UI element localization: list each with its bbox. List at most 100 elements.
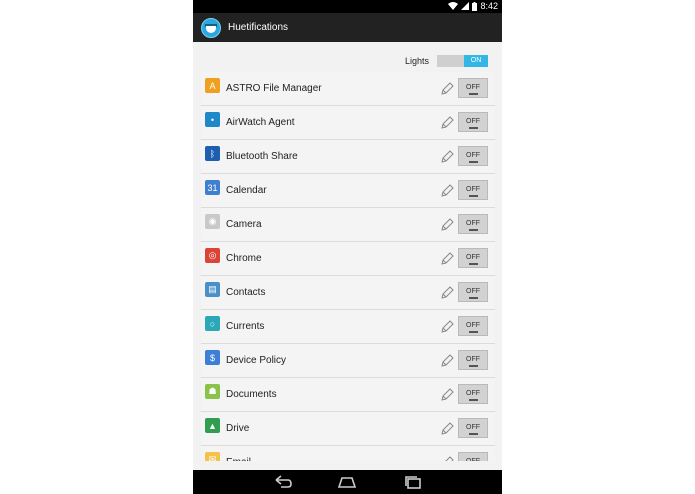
toggle-state: OFF [466,390,480,397]
app-name: Device Policy [226,355,287,366]
toggle-indicator [469,297,478,299]
phone-screen: 8:42 Huetifications Lights ON A ASTRO Fil… [193,0,502,494]
toggle-state: OFF [466,118,480,125]
app-row[interactable]: ○ Currents OFF [201,310,495,344]
toggle-state: OFF [466,254,480,261]
edit-pencil-icon[interactable] [439,149,455,165]
notification-toggle[interactable]: OFF [458,350,488,370]
notification-toggle[interactable]: OFF [458,180,488,200]
toggle-indicator [469,433,478,435]
app-name: Calendar [226,185,267,196]
toggle-indicator [469,399,478,401]
edit-pencil-icon[interactable] [439,353,455,369]
toggle-indicator [469,263,478,265]
toggle-indicator [469,331,478,333]
notification-toggle[interactable]: OFF [458,384,488,404]
edit-pencil-icon[interactable] [439,455,455,461]
toggle-state: OFF [459,458,487,461]
app-row[interactable]: ▲ Drive OFF [201,412,495,446]
edit-pencil-icon[interactable] [439,183,455,199]
wifi-icon [448,2,459,10]
recents-icon[interactable] [403,475,423,489]
edit-pencil-icon[interactable] [439,81,455,97]
edit-pencil-icon[interactable] [439,285,455,301]
app-title: Huetifications [228,22,289,33]
edit-pencil-icon[interactable] [439,387,455,403]
app-name: Documents [226,389,277,400]
toggle-state: OFF [466,186,480,193]
app-row[interactable]: ☗ Documents OFF [201,378,495,412]
app-row[interactable]: ◉ Camera OFF [201,208,495,242]
contacts-icon: ▤ [205,282,220,297]
notification-toggle[interactable]: OFF [458,248,488,268]
calendar-icon: 31 [205,180,220,195]
toggle-state: OFF [466,424,480,431]
notification-toggle[interactable]: OFF [458,78,488,98]
status-time: 8:42 [480,1,498,11]
notification-toggle[interactable]: OFF [458,282,488,302]
edit-pencil-icon[interactable] [439,251,455,267]
back-icon[interactable] [273,475,293,489]
app-name: ASTRO File Manager [226,83,322,94]
toggle-indicator [469,161,478,163]
email-icon: ✉ [205,452,220,461]
app-name: Contacts [226,287,266,298]
home-icon[interactable] [337,475,357,489]
currents-icon: ○ [205,316,220,331]
toggle-indicator [469,365,478,367]
app-row[interactable]: ◎ Chrome OFF [201,242,495,276]
app-name: Email [226,457,251,461]
lights-toggle[interactable]: ON [437,55,488,67]
signal-icon [461,2,470,10]
camera-icon: ◉ [205,214,220,229]
action-bar: Huetifications [193,13,502,42]
drive-icon: ▲ [205,418,220,433]
astro-icon: A [205,78,220,93]
app-row[interactable]: 31 Calendar OFF [201,174,495,208]
toggle-state: OFF [466,84,480,91]
toggle-state: OFF [466,322,480,329]
lights-row: Lights ON [193,52,502,70]
notification-toggle[interactable]: OFF [458,316,488,336]
edit-pencil-icon[interactable] [439,217,455,233]
notification-toggle[interactable]: OFF [458,452,488,461]
navigation-bar [193,470,502,494]
chrome-icon: ◎ [205,248,220,263]
notification-toggle[interactable]: OFF [458,112,488,132]
toggle-indicator [469,229,478,231]
app-name: AirWatch Agent [226,117,295,128]
toggle-indicator [469,93,478,95]
airwatch-icon: • [205,112,220,127]
notification-toggle[interactable]: OFF [458,418,488,438]
device-policy-icon: $ [205,350,220,365]
notification-toggle[interactable]: OFF [458,214,488,234]
bluetooth-icon: ᛒ [205,146,220,161]
battery-icon [472,1,478,11]
app-name: Drive [226,423,250,434]
notification-toggle[interactable]: OFF [458,146,488,166]
app-row[interactable]: A ASTRO File Manager OFF [201,72,495,106]
edit-pencil-icon[interactable] [439,319,455,335]
edit-pencil-icon[interactable] [439,421,455,437]
toggle-state: OFF [466,220,480,227]
lights-label: Lights [404,56,429,66]
toggle-indicator [469,195,478,197]
app-row[interactable]: ▤ Contacts OFF [201,276,495,310]
documents-android-icon: ☗ [205,384,220,399]
lights-toggle-state: ON [464,55,488,67]
status-bar: 8:42 [193,0,502,13]
app-row[interactable]: • AirWatch Agent OFF [201,106,495,140]
app-name: Chrome [226,253,262,264]
app-name: Currents [226,321,265,332]
app-list[interactable]: A ASTRO File Manager OFF • AirWatch Agent OFF… [201,72,495,461]
app-row[interactable]: $ Device Policy OFF [201,344,495,378]
edit-pencil-icon[interactable] [439,115,455,131]
app-name: Camera [226,219,262,230]
app-name: Bluetooth Share [226,151,298,162]
app-row[interactable]: ᛒ Bluetooth Share OFF [201,140,495,174]
huetifications-app-icon[interactable] [201,17,221,38]
toggle-indicator [469,127,478,129]
toggle-state: OFF [466,356,480,363]
toggle-state: OFF [466,288,480,295]
app-row[interactable]: ✉ Email OFF [201,446,495,461]
